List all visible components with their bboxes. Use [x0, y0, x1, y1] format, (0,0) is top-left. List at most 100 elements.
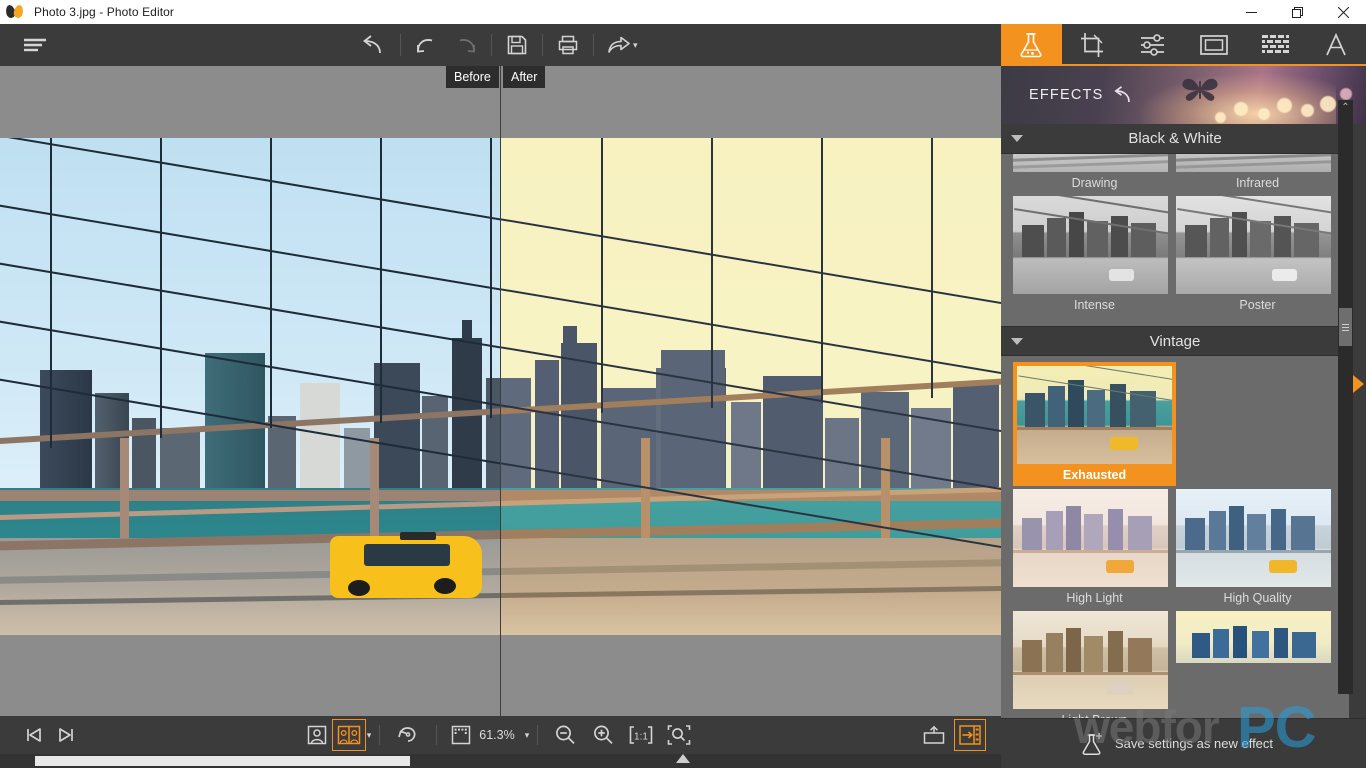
rotate-button[interactable] [388, 720, 428, 750]
save-effect-label[interactable]: Save settings as new effect [1115, 736, 1273, 751]
zoom-level-value[interactable]: 61.3% [479, 728, 514, 742]
export-image-button[interactable] [917, 720, 951, 750]
effect-thumb-light-brown[interactable]: Light Brown [1013, 611, 1176, 718]
vertical-scrollbar-thumb[interactable] [1339, 308, 1352, 346]
after-photo [501, 138, 1001, 635]
window-title: Photo 3.jpg - Photo Editor [34, 5, 175, 19]
effect-preview [1013, 489, 1168, 587]
first-image-button[interactable] [18, 720, 50, 750]
effect-preview [1013, 611, 1168, 709]
zoom-out-button[interactable] [546, 720, 584, 750]
bottom-separator [379, 725, 381, 745]
toolbar-button-group: ▾ [355, 24, 638, 66]
toolbar-separator [593, 34, 594, 56]
minimize-button[interactable] [1228, 0, 1274, 24]
effect-label: Light Brown [1013, 709, 1176, 718]
section-title: Vintage [1149, 332, 1201, 350]
effect-thumb-partial-left[interactable] [1176, 611, 1339, 718]
effect-thumb-intense[interactable]: Intense [1013, 196, 1176, 315]
bottom-separator [537, 725, 539, 745]
effect-preview [1013, 154, 1168, 172]
tab-effects[interactable] [1001, 24, 1062, 66]
effect-thumb-high-quality[interactable]: High Quality [1176, 489, 1339, 608]
collapse-panel-arrow-icon[interactable] [1353, 375, 1364, 393]
panel-banner: EFFECTS [1001, 66, 1366, 124]
actual-size-button[interactable]: 1:1 [622, 720, 660, 750]
collapse-triangle-icon[interactable] [1011, 135, 1023, 142]
effects-vertical-scrollbar[interactable]: ⌃ [1338, 100, 1353, 694]
thumbnail-grid-black-and-white: Drawing Infrared Intense Poster [1001, 154, 1349, 326]
effect-thumb-exhausted[interactable]: Exhausted [1013, 362, 1176, 486]
effect-preview [1176, 154, 1331, 172]
reset-effects-button[interactable] [1113, 85, 1135, 105]
redo-button[interactable] [446, 25, 486, 65]
tab-text[interactable] [1305, 24, 1366, 66]
image-canvas[interactable]: Before After [0, 66, 1001, 716]
save-button[interactable] [497, 25, 537, 65]
svg-text:1:1: 1:1 [634, 732, 648, 743]
effect-label: High Quality [1223, 591, 1292, 605]
collapse-triangle-icon[interactable] [1011, 337, 1023, 345]
tab-crop[interactable] [1062, 24, 1123, 66]
effect-preview [1176, 611, 1331, 663]
effect-thumb-infrared[interactable]: Infrared [1176, 154, 1339, 193]
effect-thumb-drawing[interactable]: Drawing [1013, 154, 1176, 193]
effect-preview [1176, 489, 1331, 587]
tab-adjustments[interactable] [1123, 24, 1184, 66]
after-image-pane[interactable] [501, 138, 1001, 635]
title-bar: Photo 3.jpg - Photo Editor [0, 0, 1366, 24]
fit-to-screen-button[interactable] [445, 720, 477, 750]
fit-window-button[interactable] [660, 720, 698, 750]
after-label: After [503, 66, 546, 88]
zoom-in-button[interactable] [584, 720, 622, 750]
effect-thumb-poster[interactable]: Poster [1176, 196, 1339, 315]
horizontal-scrollbar-thumb[interactable] [35, 756, 410, 766]
effect-label: Poster [1239, 298, 1276, 312]
view-mode-dropdown-caret[interactable]: ▾ [367, 730, 372, 741]
flask-plus-icon[interactable] [1079, 730, 1107, 758]
share-dropdown-caret[interactable]: ▾ [633, 40, 638, 51]
photo-editor-window: Photo 3.jpg - Photo Editor ▾ Before Afte… [0, 0, 1366, 768]
right-side-panel: EFFECTS Black & White Drawing Infrared I… [1001, 24, 1366, 768]
grip-lines-icon [1342, 324, 1349, 325]
effect-label: Drawing [1071, 176, 1118, 190]
effect-thumb-high-light[interactable]: High Light [1013, 489, 1176, 608]
maximize-restore-button[interactable] [1274, 0, 1320, 24]
effect-preview [1017, 366, 1172, 464]
effect-label: Exhausted [1062, 468, 1127, 482]
top-toolbar: ▾ [0, 24, 1001, 66]
hamburger-menu-icon[interactable] [20, 30, 50, 60]
app-icon [4, 0, 28, 24]
close-button[interactable] [1320, 0, 1366, 24]
toggle-side-panel-button[interactable] [954, 719, 987, 751]
section-header-black-and-white[interactable]: Black & White [1001, 124, 1349, 154]
bottom-toolbar: ▾ 61.3% ▾ 1:1 [0, 716, 1001, 754]
panel-footer: Save settings as new effect [1001, 718, 1366, 768]
before-photo [0, 138, 500, 635]
toolbar-separator [400, 34, 401, 56]
split-view-button[interactable] [331, 719, 366, 751]
zoom-dropdown-caret[interactable]: ▾ [525, 730, 530, 741]
tab-frame[interactable] [1183, 24, 1244, 66]
panel-title: EFFECTS [1029, 87, 1104, 103]
section-title: Black & White [1128, 130, 1222, 147]
split-divider[interactable] [500, 66, 501, 716]
tab-texture[interactable] [1244, 24, 1305, 66]
butterfly-icon [1182, 78, 1218, 101]
toolbar-separator [542, 34, 543, 56]
single-view-button[interactable] [301, 720, 333, 750]
skyline [0, 318, 500, 488]
horizontal-scrollbar[interactable] [0, 754, 1001, 768]
before-image-pane[interactable] [0, 138, 500, 635]
effects-scroll-region[interactable]: Black & White Drawing Infrared Intense P… [1001, 124, 1349, 718]
panel-tab-bar [1001, 24, 1366, 66]
undo-all-button[interactable] [355, 25, 395, 65]
print-button[interactable] [548, 25, 588, 65]
scroll-up-arrow-icon[interactable]: ⌃ [1338, 102, 1353, 116]
effect-label [1176, 663, 1339, 667]
section-header-vintage[interactable]: Vintage [1001, 326, 1349, 356]
effect-preview [1176, 196, 1331, 294]
undo-button[interactable] [406, 25, 446, 65]
next-image-button[interactable] [50, 720, 82, 750]
before-label: Before [446, 66, 499, 88]
